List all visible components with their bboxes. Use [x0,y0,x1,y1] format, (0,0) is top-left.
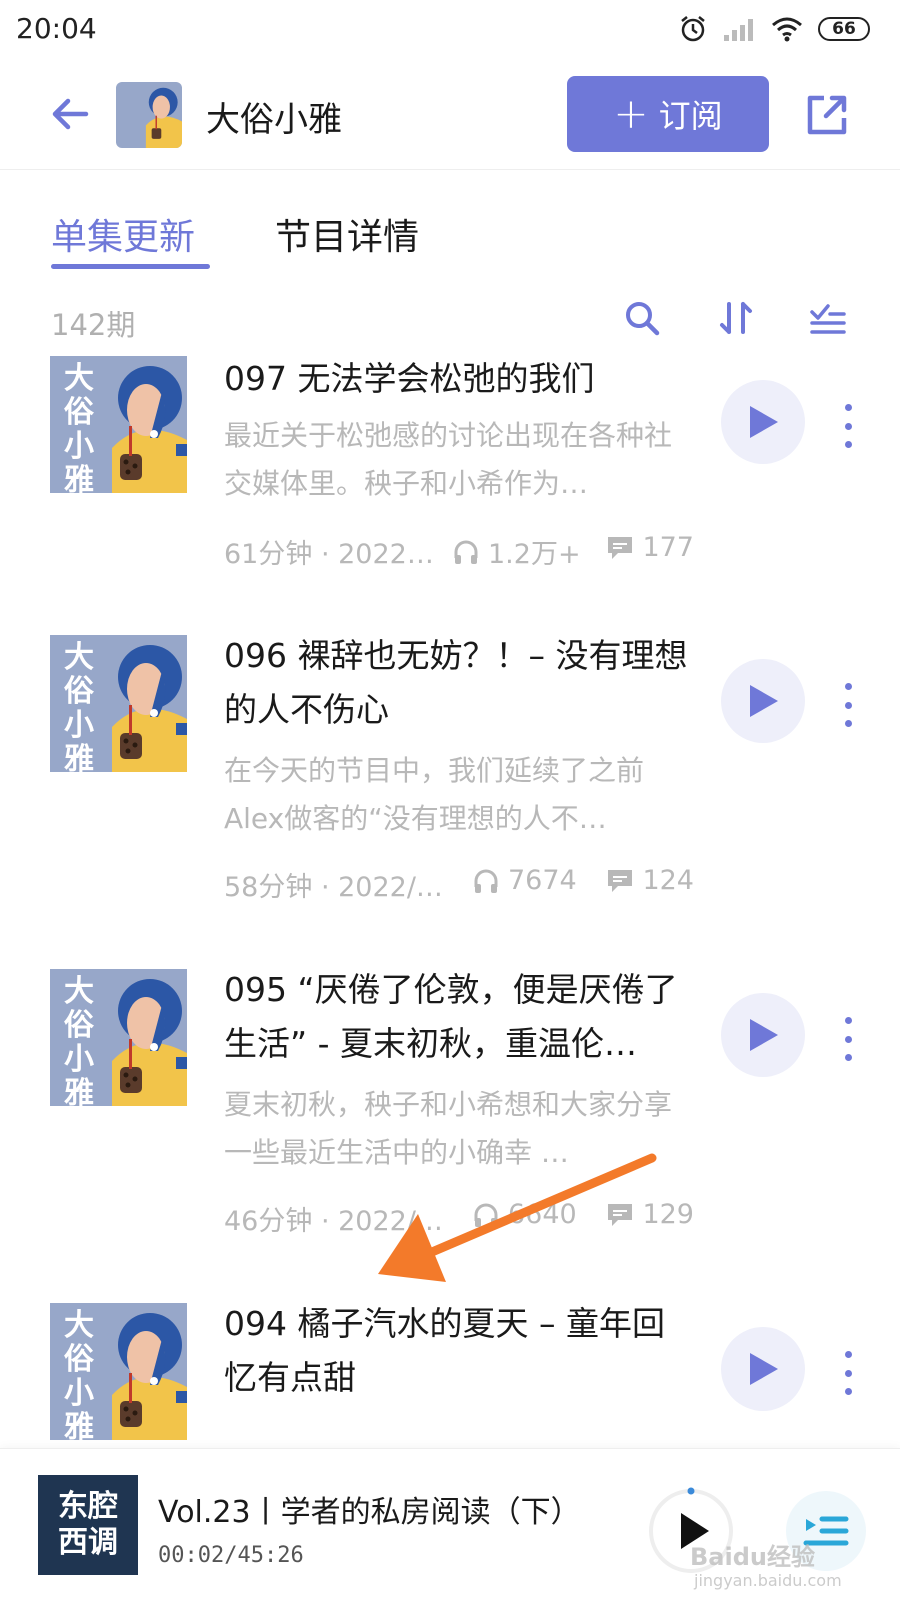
cover-char: 俗 [64,1008,95,1043]
back-arrow-icon[interactable] [46,90,94,138]
episode-item[interactable]: 大 俗 小 雅 096 裸辞也无妨？！– 没有理想的人不伤心 在今天的节目中，我… [0,635,900,905]
play-button[interactable] [721,1327,805,1411]
cover-char: 大 [64,640,94,675]
headphones-icon [454,540,478,564]
episode-description: 夏末初秋，秧子和小希想和大家分享一些最近生活中的小确幸 … [224,1088,673,1169]
cover-char: 大 [64,1308,94,1343]
status-icons: 66 [678,14,870,44]
episode-item[interactable]: 大 俗 小 雅 097 无法学会松弛的我们 最近关于松弛感的讨论出现在各种社交媒… [0,356,900,596]
player-cover-line: 西调 [58,1525,118,1560]
alarm-icon [681,16,705,42]
comment-count: 124 [606,865,694,896]
comment-icon [608,536,633,559]
comment-icon [608,869,633,892]
cover-char: 小 [64,1042,94,1077]
comment-count-value: 129 [642,1199,694,1230]
subscribe-button[interactable]: + 订阅 [567,76,769,152]
play-button[interactable] [721,380,805,464]
player-track-title[interactable]: Vol.23丨学者的私房阅读（下） [158,1487,581,1531]
comment-icon [608,1203,633,1226]
episode-cover: 大 俗 小 雅 [50,969,187,1106]
podcast-title: 大俗小雅 [206,100,342,140]
headphones-icon [474,869,498,893]
more-options-button[interactable] [838,683,858,727]
episode-duration-date: 46分钟 · 2022/… [224,1206,443,1237]
play-count: 6640 [472,1199,577,1230]
episode-item[interactable]: 大 俗 小 雅 094 橘子汽水的夏天 – 童年回忆有点甜 [0,1303,900,1448]
cover-char: 小 [64,429,94,464]
player-elapsed-time: 00:02/45:26 [158,1543,304,1568]
play-icon [750,1353,778,1385]
more-options-button[interactable] [838,1351,858,1395]
episode-title[interactable]: 097 无法学会松弛的我们 [224,352,694,406]
cover-char: 大 [64,974,94,1009]
play-count: 1.2万+ [452,532,581,571]
play-icon [750,685,778,717]
play-button[interactable] [721,659,805,743]
active-tab-indicator [51,264,210,269]
episode-cover: 大 俗 小 雅 [50,356,187,493]
play-icon [750,1019,778,1051]
sort-icon[interactable] [716,298,756,338]
cover-char: 小 [64,708,94,743]
search-icon[interactable] [622,298,662,338]
tab-episodes[interactable]: 单集更新 [51,208,195,260]
comment-count-value: 177 [642,532,694,563]
cover-char: 雅 [64,742,94,772]
episode-meta: 46分钟 · 2022/… 6640 129 [224,1199,694,1239]
cover-char: 雅 [64,463,94,493]
play-icon [750,406,778,438]
episode-duration-date: 58分钟 · 2022/… [224,872,443,903]
share-icon[interactable] [802,90,852,140]
episode-title[interactable]: 095 “厌倦了伦敦，便是厌倦了生活” - 夏末初秋，重温伦… [224,963,694,1071]
play-button[interactable] [721,993,805,1077]
play-count-value: 6640 [508,1199,577,1230]
episode-count: 142期 [51,308,136,342]
watermark-url: jingyan.baidu.com [694,1571,842,1590]
episode-title[interactable]: 094 橘子汽水的夏天 – 童年回忆有点甜 [224,1303,694,1405]
player-cover: 东腔 西调 [38,1475,138,1575]
status-time: 20:04 [16,12,97,45]
more-options-button[interactable] [838,404,858,448]
cover-char: 小 [64,1376,94,1411]
cover-char: 雅 [64,1076,94,1106]
episode-title[interactable]: 096 裸辞也无妨？！– 没有理想的人不伤心 [224,629,694,737]
watermark: Baidu经验 [690,1543,815,1571]
episode-meta: 58分钟 · 2022/… 7674 124 [224,865,694,905]
episode-description: 最近关于松弛感的讨论出现在各种社交媒体里。秧子和小希作为… [224,419,673,500]
episode-item[interactable]: 大 俗 小 雅 095 “厌倦了伦敦，便是厌倦了生活” - 夏末初秋，重温伦… … [0,969,900,1239]
play-count-value: 7674 [508,865,577,896]
comment-count-value: 124 [642,865,694,896]
cover-char: 俗 [64,395,95,430]
episode-cover: 大 俗 小 雅 [50,635,187,772]
episode-cover: 大 俗 小 雅 [50,1303,187,1440]
battery-indicator: 66 [818,17,870,41]
podcast-cover-thumbnail [116,82,182,148]
batch-select-icon[interactable] [808,298,848,338]
player-cover-line: 东腔 [58,1489,118,1524]
play-count-value: 1.2万+ [488,539,581,570]
headphones-icon [474,1203,498,1227]
comment-count: 177 [606,532,694,563]
tab-program-details[interactable]: 节目详情 [275,208,419,260]
status-bar: 20:04 66 [0,0,900,62]
subscribe-label: 订阅 [658,97,723,135]
more-options-button[interactable] [838,1017,858,1061]
plus-icon: + [613,89,649,138]
cover-char: 俗 [64,674,95,709]
wifi-icon [772,17,802,42]
signal-icon [724,19,753,41]
cover-char: 雅 [64,1410,94,1440]
comment-count: 129 [606,1199,694,1230]
episode-meta: 61分钟 · 2022… 1.2万+ 177 [224,532,694,572]
cover-char: 俗 [64,1342,95,1377]
mini-player[interactable]: 东腔 西调 Vol.23丨学者的私房阅读（下） 00:02/45:26 Baid… [0,1448,900,1600]
episode-description: 在今天的节目中，我们延续了之前Alex做客的“没有理想的人不… [224,754,645,835]
podcast-header: 大俗小雅 + 订阅 [0,62,900,170]
episode-duration-date: 61分钟 · 2022… [224,539,434,570]
cover-char: 大 [64,361,94,396]
play-count: 7674 [472,865,577,896]
